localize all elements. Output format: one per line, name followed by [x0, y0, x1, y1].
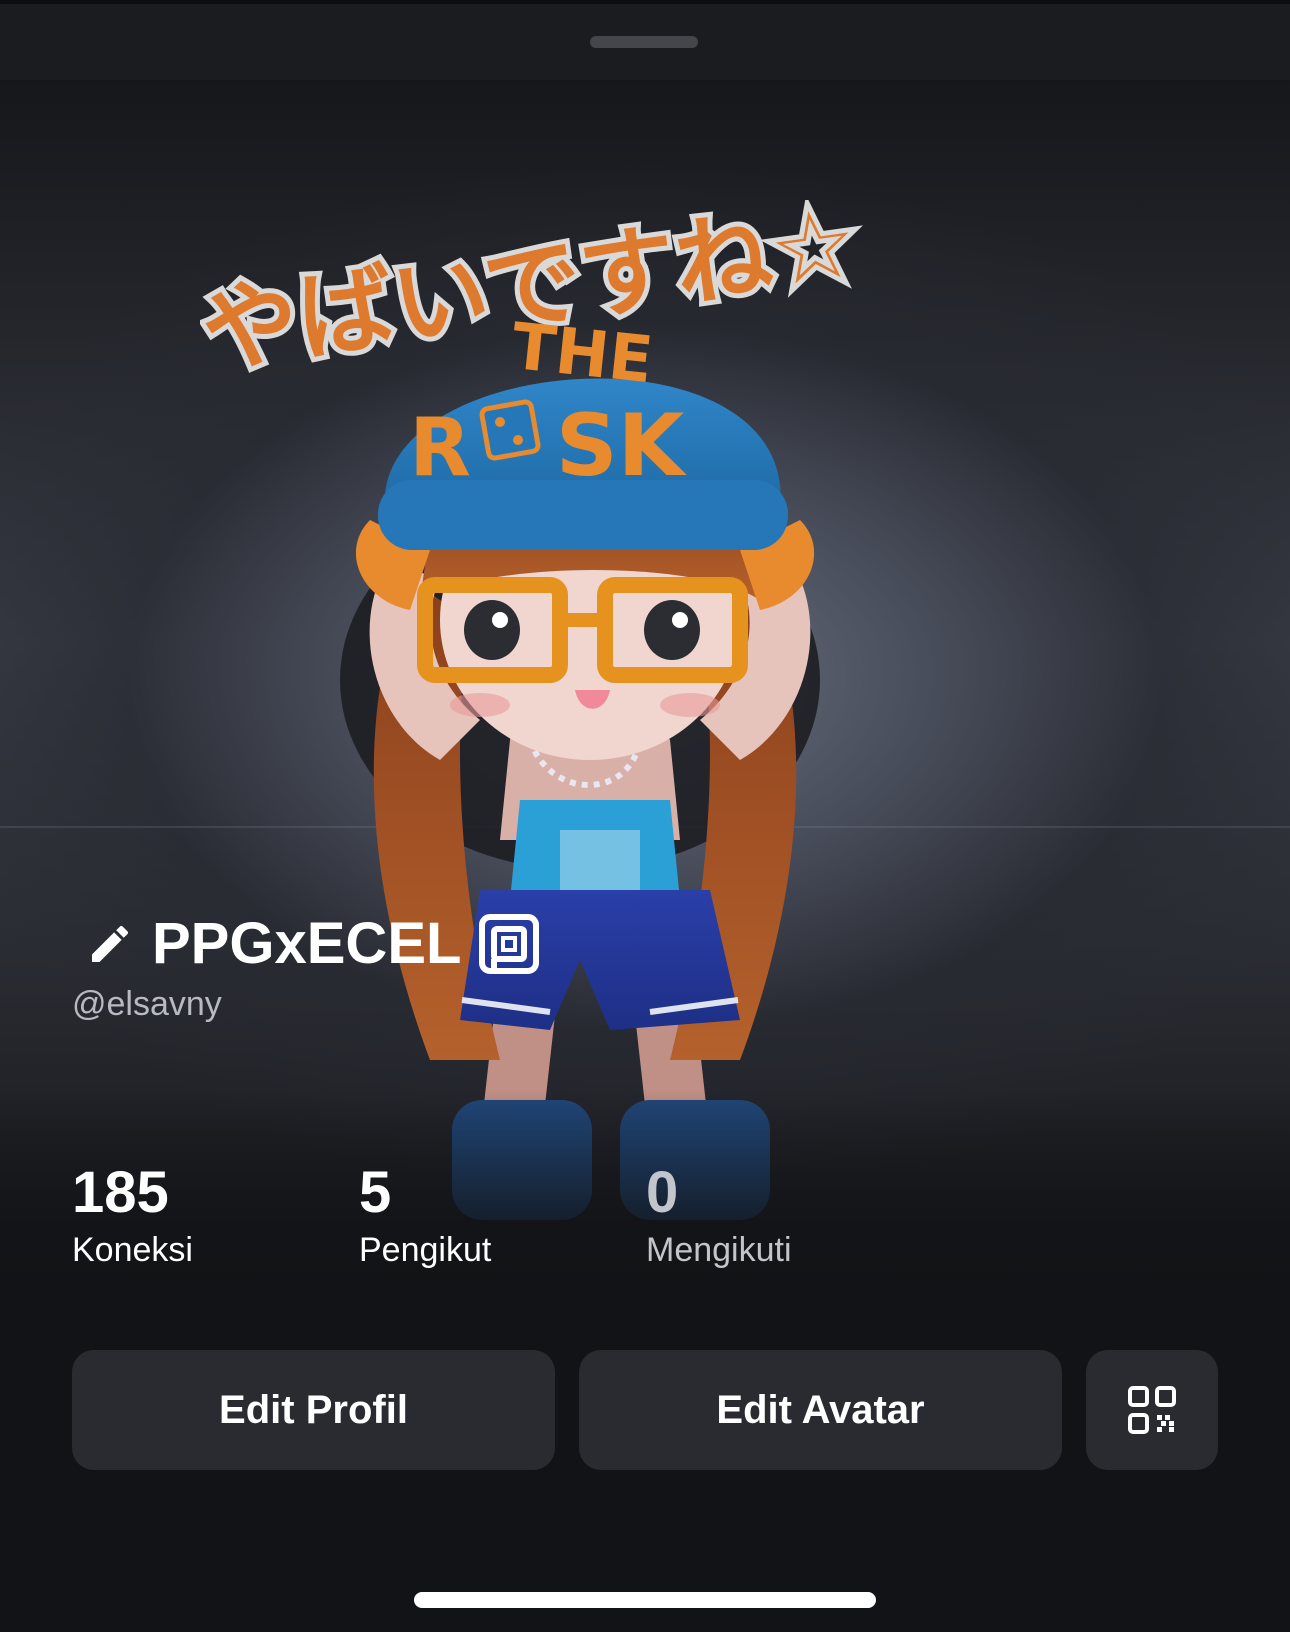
- avatar-fade-overlay: [0, 1090, 1290, 1350]
- edit-profile-button[interactable]: Edit Profil: [72, 1350, 555, 1470]
- stat-value: 185: [72, 1160, 169, 1225]
- verified-badge-icon[interactable]: [479, 914, 540, 974]
- pencil-icon[interactable]: [86, 920, 134, 968]
- stat-value: 0: [646, 1160, 679, 1225]
- qr-code-button[interactable]: [1086, 1350, 1218, 1470]
- home-indicator[interactable]: [414, 1592, 876, 1608]
- edit-profile-label: Edit Profil: [219, 1387, 408, 1432]
- sheet-header: [0, 0, 1290, 80]
- stat-followers[interactable]: 5 Pengikut: [359, 1160, 491, 1272]
- hat-text-bottom-end: SK: [556, 396, 688, 496]
- edit-avatar-button[interactable]: Edit Avatar: [579, 1350, 1062, 1470]
- stat-label: Koneksi: [72, 1231, 193, 1269]
- display-name-row: PPGxECEL: [86, 910, 540, 978]
- stat-label: Mengikuti: [646, 1231, 792, 1269]
- stat-connections[interactable]: 185 Koneksi: [72, 1160, 193, 1272]
- edit-avatar-label: Edit Avatar: [716, 1387, 925, 1432]
- hat-text-bottom: R: [409, 401, 471, 494]
- hat-text-top: THE: [508, 310, 656, 398]
- stat-label: Pengikut: [359, 1231, 492, 1269]
- username: @elsavny: [72, 985, 222, 1023]
- display-name: PPGxECEL: [152, 911, 462, 976]
- stat-value: 5: [359, 1160, 392, 1225]
- profile-screen: やばいですね☆ THE R SK PPGxECEL @elsavny 185 K…: [0, 0, 1290, 1632]
- stat-following[interactable]: 0 Mengikuti: [646, 1160, 792, 1272]
- qr-code-icon: [1128, 1386, 1176, 1434]
- drag-handle[interactable]: [590, 36, 698, 48]
